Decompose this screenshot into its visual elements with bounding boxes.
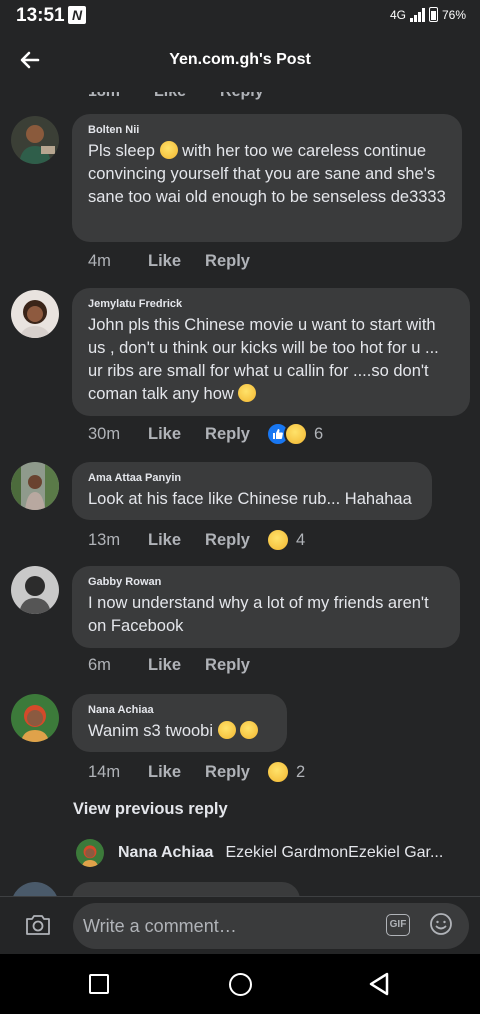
reply-button[interactable]: Reply (220, 92, 264, 101)
avatar[interactable] (11, 116, 59, 164)
comment-actions: 4m Like Reply (88, 252, 250, 271)
post-header: Yen.com.gh's Post (0, 32, 480, 92)
notification-icon: N (68, 6, 86, 24)
like-button[interactable]: Like (148, 425, 181, 444)
reaction-count: 6 (313, 424, 324, 443)
page-title: Yen.com.gh's Post (169, 51, 311, 68)
comment-author[interactable]: Gabby Rowan (88, 576, 444, 588)
comment-composer: GIF (0, 896, 480, 954)
signal-icon (409, 7, 425, 22)
comment-author[interactable]: Nana Achiaa (88, 704, 271, 716)
comment-time: 4m (88, 252, 111, 270)
comment-bubble[interactable]: Gabby Rowan I now understand why a lot o… (72, 566, 460, 648)
emoji-icon[interactable] (429, 912, 453, 936)
comment-text-part: Wanim s3 twoobi (88, 722, 218, 740)
battery-icon (428, 7, 438, 22)
camera-icon[interactable] (24, 912, 52, 938)
avatar[interactable] (11, 566, 59, 614)
nav-back-icon[interactable] (367, 971, 391, 997)
reply-button[interactable]: Reply (205, 425, 250, 444)
avatar[interactable] (11, 290, 59, 338)
status-bar: 13:51 N 4G 76% (0, 0, 480, 32)
comment-time: 18m (88, 92, 120, 101)
partial-actions-row: 18m Like Reply (88, 92, 264, 101)
haha-reaction-icon (265, 528, 290, 552)
reply-button[interactable]: Reply (205, 531, 250, 550)
comment-text-part: Pls sleep (88, 142, 160, 160)
comment-text-part: John pls this Chinese movie u want to st… (88, 316, 439, 403)
like-button[interactable]: Like (148, 531, 181, 550)
battery-label: 76% (441, 7, 466, 22)
gif-icon[interactable]: GIF (386, 914, 410, 936)
comment-time: 30m (88, 424, 121, 443)
haha-reaction-icon (265, 760, 290, 784)
smirk-face-emoji-icon (240, 721, 259, 739)
like-button[interactable]: Like (148, 656, 181, 675)
view-previous-reply-link[interactable]: View previous reply (73, 800, 228, 819)
comment-bubble[interactable]: Ama Attaa Panyin Look at his face like C… (72, 462, 432, 520)
comment-bubble[interactable]: Bolten Nii Pls sleep with her too we car… (72, 114, 462, 242)
comment-author[interactable]: Ama Attaa Panyin (88, 472, 416, 484)
comment-actions: 13m Like Reply 4 (88, 528, 305, 552)
comment-bubble[interactable]: Jemylatu Fredrick John pls this Chinese … (72, 288, 470, 416)
reaction-summary[interactable]: 4 (265, 528, 306, 552)
comment-text: John pls this Chinese movie u want to st… (88, 314, 454, 406)
like-button[interactable]: Like (148, 252, 181, 271)
comment-time: 13m (88, 530, 121, 549)
comment-time: 14m (88, 762, 121, 781)
home-icon[interactable] (229, 973, 252, 996)
comment-author[interactable]: Jemylatu Fredrick (88, 298, 454, 310)
status-time: 13:51 (16, 5, 65, 26)
sleepy-face-emoji-icon (159, 141, 178, 159)
sleepy-face-emoji-icon (238, 384, 257, 402)
reaction-count: 4 (295, 530, 306, 549)
comment-time: 6m (88, 656, 111, 674)
comment-text: Wanim s3 twoobi (88, 720, 271, 743)
haha-reaction-icon (283, 422, 308, 446)
like-button[interactable]: Like (148, 763, 181, 782)
recents-icon[interactable] (89, 974, 109, 994)
reply-button[interactable]: Reply (205, 763, 250, 782)
comment-actions: 14m Like Reply 2 (88, 760, 305, 784)
network-label: 4G (389, 7, 406, 22)
comments-feed[interactable]: 18m Like Reply Bolten Nii Pls sleep with… (0, 92, 480, 896)
comment-text: I now understand why a lot of my friends… (88, 594, 429, 635)
comment-actions: 6m Like Reply (88, 656, 250, 675)
avatar[interactable] (11, 462, 59, 510)
reply-button[interactable]: Reply (205, 252, 250, 271)
comment-author[interactable]: Bolten Nii (88, 124, 446, 136)
avatar (11, 882, 59, 896)
reaction-summary[interactable]: 6 (265, 422, 324, 446)
reaction-count: 2 (295, 762, 306, 781)
reply-preview[interactable]: Nana Achiaa Ezekiel GardmonEzekiel Gar..… (76, 838, 476, 868)
comment-text: Look at his face like Chinese rub... Hah… (88, 490, 412, 508)
comment-text: Pls sleep with her too we careless conti… (88, 140, 446, 209)
reply-author[interactable]: Nana Achiaa (118, 844, 213, 862)
comment-bubble[interactable]: Nana Achiaa Wanim s3 twoobi (72, 694, 287, 752)
like-button[interactable]: Like (154, 92, 186, 101)
avatar[interactable] (11, 694, 59, 742)
comment-bubble (72, 882, 300, 896)
reply-text: Ezekiel GardmonEzekiel Gar... (225, 844, 444, 861)
reply-button[interactable]: Reply (205, 656, 250, 675)
status-indicators: 4G 76% (390, 7, 466, 22)
avatar[interactable] (76, 839, 104, 867)
smirk-face-emoji-icon (217, 721, 236, 739)
comment-actions: 30m Like Reply 6 (88, 422, 323, 446)
system-nav-bar (0, 954, 480, 1014)
reaction-summary[interactable]: 2 (265, 760, 306, 784)
